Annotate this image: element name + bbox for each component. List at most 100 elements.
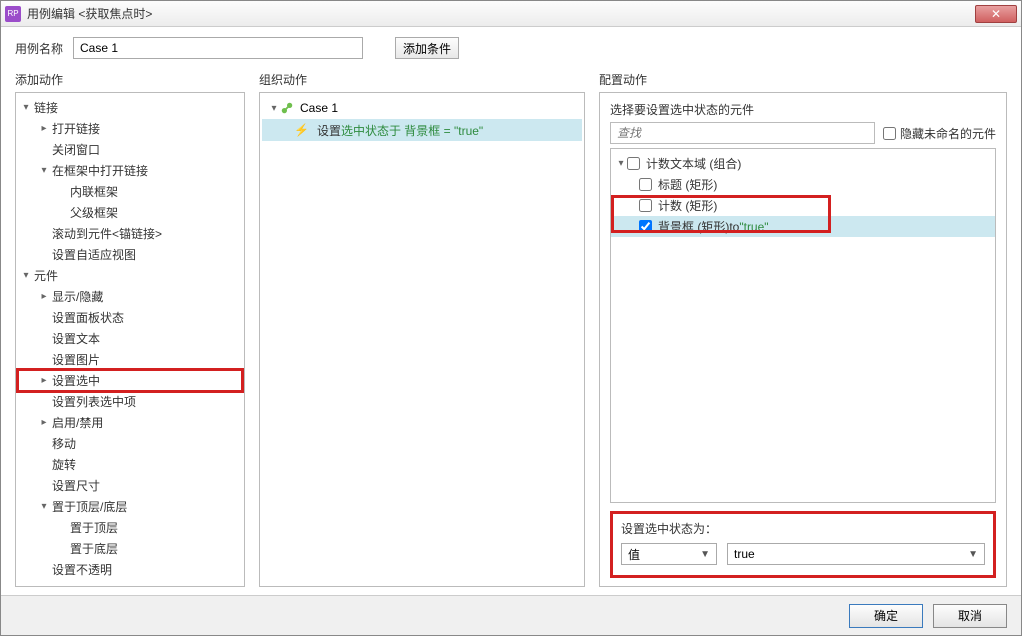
- widget-label: 标题 (矩形): [658, 176, 717, 193]
- tree-label: 置于顶层/底层: [50, 498, 127, 515]
- action-tree-item[interactable]: 父级框架: [18, 202, 242, 223]
- action-tree-item[interactable]: ▸启用/禁用: [18, 412, 242, 433]
- tree-label: 滚动到元件<锚链接>: [50, 225, 162, 242]
- expand-icon[interactable]: ▾: [615, 158, 627, 169]
- add-condition-button[interactable]: 添加条件: [395, 37, 459, 59]
- expand-icon[interactable]: ▾: [20, 102, 32, 113]
- state-type-dropdown[interactable]: 值 ▼: [621, 543, 717, 565]
- expand-icon[interactable]: ▸: [38, 417, 50, 428]
- action-tree-item[interactable]: 滚动到元件<锚链接>: [18, 223, 242, 244]
- widget-group-row[interactable]: ▾ 计数文本域 (组合): [611, 153, 995, 174]
- hide-unnamed-label[interactable]: 隐藏未命名的元件: [883, 125, 996, 142]
- titlebar: RP 用例编辑 <获取焦点时> ✕: [1, 1, 1021, 27]
- tree-label: 设置选中: [50, 372, 100, 389]
- config-subtitle: 选择要设置选中状态的元件: [610, 101, 996, 118]
- tree-label: 设置不透明: [50, 561, 112, 578]
- tree-label: 打开链接: [50, 120, 100, 137]
- tree-label: 设置自适应视图: [50, 246, 136, 263]
- tree-label: 在框架中打开链接: [50, 162, 148, 179]
- action-tree-panel: ▾链接▸打开链接关闭窗口▾在框架中打开链接内联框架父级框架滚动到元件<锚链接>设…: [15, 92, 245, 587]
- action-tree-item[interactable]: ▾链接: [18, 97, 242, 118]
- action-prefix: 设置: [317, 122, 341, 139]
- case-name-label: 用例名称: [15, 40, 63, 57]
- dropdown-value: 值: [628, 546, 640, 563]
- action-tree-item[interactable]: 旋转: [18, 454, 242, 475]
- config-panel: 选择要设置选中状态的元件 隐藏未命名的元件 ▾ 计数文本域 (组合): [599, 92, 1007, 587]
- widget-checkbox[interactable]: [639, 220, 652, 233]
- tree-label: 设置列表选中项: [50, 393, 136, 410]
- action-tree-item[interactable]: 置于底层: [18, 538, 242, 559]
- action-tree-item[interactable]: 移动: [18, 433, 242, 454]
- tree-label: 设置文本: [50, 330, 100, 347]
- widget-value-text: "true": [739, 220, 768, 234]
- widget-checkbox[interactable]: [639, 178, 652, 191]
- widget-checkbox[interactable]: [627, 157, 640, 170]
- tree-label: 关闭窗口: [50, 141, 100, 158]
- action-tree-item[interactable]: 内联框架: [18, 181, 242, 202]
- case-row[interactable]: ▾ Case 1: [262, 97, 582, 119]
- tree-label: 元件: [32, 267, 58, 284]
- dialog-title: 用例编辑 <获取焦点时>: [27, 5, 975, 22]
- bolt-icon: ⚡: [294, 123, 309, 137]
- action-tree[interactable]: ▾链接▸打开链接关闭窗口▾在框架中打开链接内联框架父级框架滚动到元件<锚链接>设…: [18, 97, 242, 580]
- widget-tree-panel: ▾ 计数文本域 (组合) 标题 (矩形) 计数 (矩形): [610, 148, 996, 503]
- set-state-block: 设置选中状态为： 值 ▼ true ▼: [610, 511, 996, 578]
- tree-label: 设置面板状态: [50, 309, 124, 326]
- action-tree-item[interactable]: 设置图片: [18, 349, 242, 370]
- case-actions-panel: ▾ Case 1 ⚡ 设置 选中状态于 背景框 = "true": [259, 92, 585, 587]
- expand-icon[interactable]: ▾: [38, 165, 50, 176]
- action-tree-item[interactable]: 设置面板状态: [18, 307, 242, 328]
- tree-label: 旋转: [50, 456, 76, 473]
- action-tree-item[interactable]: 设置文本: [18, 328, 242, 349]
- hide-unnamed-checkbox[interactable]: [883, 127, 896, 140]
- action-row[interactable]: ⚡ 设置 选中状态于 背景框 = "true": [262, 119, 582, 141]
- expand-icon[interactable]: ▸: [38, 123, 50, 134]
- widget-item-row[interactable]: 计数 (矩形): [611, 195, 995, 216]
- state-value-dropdown[interactable]: true ▼: [727, 543, 985, 565]
- organize-action-header: 组织动作: [259, 71, 585, 92]
- tree-label: 显示/隐藏: [50, 288, 103, 305]
- dialog-footer: 确定 取消: [1, 595, 1021, 635]
- tree-label: 父级框架: [68, 204, 118, 221]
- chevron-down-icon: ▼: [700, 549, 710, 560]
- action-tree-item[interactable]: ▸显示/隐藏: [18, 286, 242, 307]
- widget-to-text: to: [729, 220, 739, 234]
- action-tree-item[interactable]: ▸设置选中: [18, 370, 242, 391]
- action-tree-item[interactable]: ▸打开链接: [18, 118, 242, 139]
- widget-search-input[interactable]: [610, 122, 875, 144]
- tree-label: 设置尺寸: [50, 477, 100, 494]
- expand-icon[interactable]: ▾: [38, 501, 50, 512]
- action-tree-item[interactable]: ▾在框架中打开链接: [18, 160, 242, 181]
- set-state-title: 设置选中状态为：: [621, 520, 985, 537]
- expand-icon[interactable]: ▾: [268, 103, 280, 114]
- widget-item-row-selected[interactable]: 背景框 (矩形) to "true": [611, 216, 995, 237]
- expand-icon[interactable]: ▸: [38, 291, 50, 302]
- action-tree-item[interactable]: 设置不透明: [18, 559, 242, 580]
- app-icon: RP: [5, 6, 21, 22]
- case-name-input[interactable]: [73, 37, 363, 59]
- action-tree-item[interactable]: 关闭窗口: [18, 139, 242, 160]
- case-editor-dialog: RP 用例编辑 <获取焦点时> ✕ 用例名称 添加条件 添加动作 ▾链接▸打开链…: [0, 0, 1022, 636]
- add-action-header: 添加动作: [15, 71, 245, 92]
- action-tree-item[interactable]: 设置尺寸: [18, 475, 242, 496]
- action-tree-item[interactable]: 设置列表选中项: [18, 391, 242, 412]
- action-tree-item[interactable]: ▾置于顶层/底层: [18, 496, 242, 517]
- tree-label: 置于顶层: [68, 519, 118, 536]
- ok-button[interactable]: 确定: [849, 604, 923, 628]
- close-button[interactable]: ✕: [975, 5, 1017, 23]
- tree-label: 移动: [50, 435, 76, 452]
- widget-checkbox[interactable]: [639, 199, 652, 212]
- action-tree-item[interactable]: 设置自适应视图: [18, 244, 242, 265]
- expand-icon[interactable]: ▸: [38, 375, 50, 386]
- cancel-button[interactable]: 取消: [933, 604, 1007, 628]
- widget-label: 计数 (矩形): [658, 197, 717, 214]
- widget-item-row[interactable]: 标题 (矩形): [611, 174, 995, 195]
- action-tree-item[interactable]: ▾元件: [18, 265, 242, 286]
- chevron-down-icon: ▼: [968, 549, 978, 560]
- organize-action-column: 组织动作 ▾ Case 1 ⚡ 设置 选中状态于 背景框 = "true": [259, 71, 585, 587]
- expand-icon[interactable]: ▾: [20, 270, 32, 281]
- widget-label: 计数文本域 (组合): [646, 155, 741, 172]
- action-tree-item[interactable]: 置于顶层: [18, 517, 242, 538]
- configure-action-column: 配置动作 选择要设置选中状态的元件 隐藏未命名的元件 ▾: [599, 71, 1007, 587]
- configure-action-header: 配置动作: [599, 71, 1007, 92]
